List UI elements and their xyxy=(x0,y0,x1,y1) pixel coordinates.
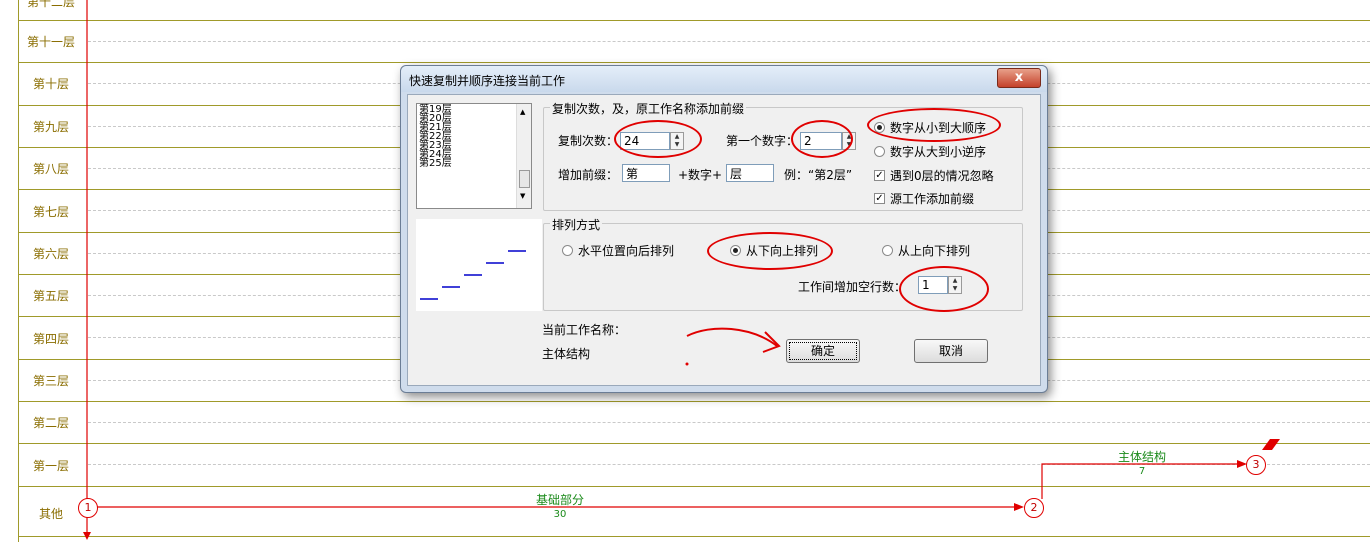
checkbox-ignore-zero-label[interactable]: 遇到0层的情况忽略 xyxy=(890,167,994,184)
node-circle[interactable]: 2 xyxy=(1024,498,1044,518)
annotation-circle xyxy=(867,108,1001,142)
annotation-arrow xyxy=(685,327,781,366)
time-cursor-arrowhead xyxy=(83,532,91,540)
checkbox-prefix-source-label[interactable]: 源工作添加前缀 xyxy=(890,190,974,207)
list-scrollbar[interactable]: ▲ ▼ xyxy=(516,104,531,208)
flag-marker xyxy=(1262,439,1280,450)
arrangement-preview xyxy=(416,219,542,311)
work-duration-label: 30 xyxy=(553,509,567,520)
scroll-down-icon[interactable]: ▼ xyxy=(520,192,525,200)
radio-top-down[interactable] xyxy=(882,245,893,256)
example-text: 例：“第2层” xyxy=(784,168,853,182)
scroll-up-icon[interactable]: ▲ xyxy=(520,108,525,116)
current-work-value: 主体结构 xyxy=(542,347,591,361)
quick-copy-dialog: 快速复制并顺序连接当前工作 x 第19层 第20层 第21层 第22层 第23层… xyxy=(400,65,1048,393)
first-number-label: 第一个数字： xyxy=(726,134,799,148)
radio-horizontal-label[interactable]: 水平位置向后排列 xyxy=(578,242,674,259)
cancel-button[interactable]: 取消 xyxy=(914,339,988,363)
close-button[interactable]: x xyxy=(997,68,1041,88)
annotation-circle xyxy=(707,232,833,270)
group-legend: 复制次数，及，原工作名称添加前缀 xyxy=(550,100,747,117)
prefix-input[interactable] xyxy=(622,164,670,182)
annotation-circle xyxy=(791,120,853,158)
checkbox-prefix-source[interactable]: ✓ xyxy=(874,193,885,204)
blank-rows-label: 工作间增加空行数： xyxy=(798,280,907,294)
radio-descending-label[interactable]: 数字从大到小逆序 xyxy=(890,143,986,160)
radio-descending[interactable] xyxy=(874,146,885,157)
node-circle[interactable]: 3 xyxy=(1246,455,1266,475)
radio-top-down-label[interactable]: 从上向下排列 xyxy=(898,242,970,259)
dialog-title: 快速复制并顺序连接当前工作 xyxy=(409,74,566,88)
radio-horizontal[interactable] xyxy=(562,245,573,256)
prefix-label: 增加前缀： xyxy=(558,168,619,182)
annotation-circle xyxy=(614,120,702,158)
checkbox-ignore-zero[interactable]: ✓ xyxy=(874,170,885,181)
node-circle[interactable]: 1 xyxy=(78,498,98,518)
name-preview-list[interactable]: 第19层 第20层 第21层 第22层 第23层 第24层 第25层 ▲ ▼ xyxy=(416,103,532,209)
plus-number-text: +数字+ xyxy=(678,168,723,182)
dialog-titlebar[interactable]: 快速复制并顺序连接当前工作 x xyxy=(401,66,1047,92)
arrowhead-to-node-2 xyxy=(1014,503,1024,511)
list-item[interactable]: 第25层 xyxy=(419,159,452,169)
work-name-label[interactable]: 基础部分 xyxy=(500,491,620,508)
copy-count-label: 复制次数： xyxy=(558,134,619,148)
suffix-input[interactable] xyxy=(726,164,774,182)
work-name-label[interactable]: 主体结构 xyxy=(1082,448,1202,465)
annotation-circle xyxy=(899,266,989,312)
staircase-preview-icon xyxy=(420,250,526,300)
current-work-label: 当前工作名称： xyxy=(542,323,627,337)
work-duration-label: 7 xyxy=(1138,466,1146,477)
scroll-thumb[interactable] xyxy=(519,170,530,188)
group-legend: 排列方式 xyxy=(550,216,603,233)
